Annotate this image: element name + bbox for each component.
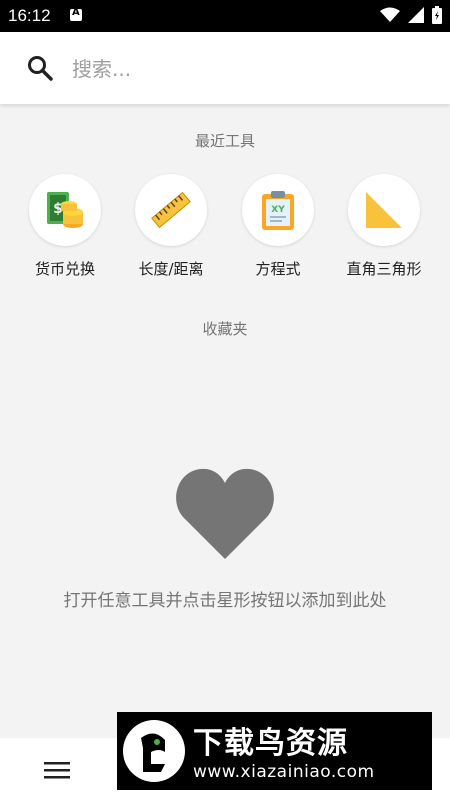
clipboard-equation-icon: XY (262, 191, 294, 230)
watermark-title: 下载鸟资源 (193, 726, 348, 761)
ruler-icon (151, 191, 191, 229)
search-icon[interactable] (26, 54, 54, 82)
menu-icon[interactable] (44, 760, 70, 780)
wifi-icon (380, 7, 400, 22)
favorites-title: 收藏夹 (202, 320, 248, 338)
tool-right-triangle[interactable]: 直角三角形 (334, 174, 434, 279)
svg-text:XY: XY (271, 205, 285, 215)
tool-label: 货币兑换 (34, 260, 95, 278)
tool-label: 直角三角形 (346, 260, 422, 278)
tool-currency-exchange[interactable]: $ 货币兑换 (15, 174, 115, 279)
tool-equation[interactable]: XY 方程式 (228, 174, 328, 279)
tool-equation-circle[interactable]: XY (242, 174, 314, 246)
status-time: 16:12 (8, 6, 51, 25)
currency-exchange-icon: $ (47, 192, 83, 228)
right-triangle-icon (366, 192, 402, 228)
watermark-banner: 下载鸟资源 www.xiazainiao.com (117, 712, 432, 790)
status-icons (380, 6, 442, 24)
search-bar (0, 32, 450, 104)
favorites-empty-hint: 打开任意工具并点击星形按钮以添加到此处 (63, 591, 387, 611)
signal-icon (408, 7, 424, 23)
tool-right-triangle-circle[interactable] (348, 174, 420, 246)
tool-label: 长度/距离 (138, 260, 204, 278)
tool-currency-exchange-circle[interactable]: $ (29, 174, 101, 246)
watermark-url: www.xiazainiao.com (193, 762, 375, 782)
status-bar: 16:12 (0, 0, 450, 32)
tool-length-distance[interactable]: 长度/距离 (121, 174, 221, 279)
heart-icon (176, 468, 274, 559)
tool-label: 方程式 (255, 260, 301, 278)
battery-icon (432, 6, 442, 24)
search-input[interactable] (70, 54, 414, 84)
tool-length-distance-circle[interactable] (135, 174, 207, 246)
bird-logo-icon (123, 720, 185, 782)
recent-tools-title: 最近工具 (194, 132, 255, 150)
notification-a-icon (70, 7, 82, 21)
